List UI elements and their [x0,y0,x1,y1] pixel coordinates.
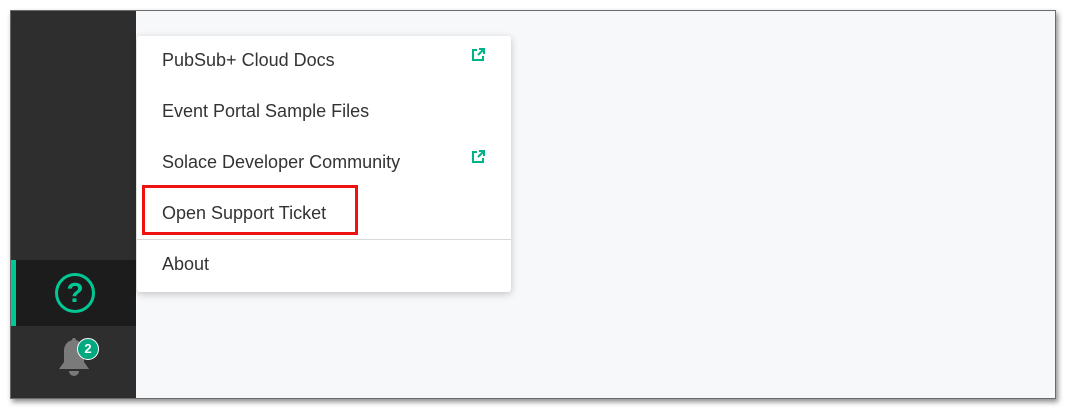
app-window: ? 2 PubSub+ Cloud Docs Event Portal Samp… [10,10,1056,399]
menu-item-open-support-ticket[interactable]: Open Support Ticket [137,189,511,239]
menu-item-label: About [162,254,210,274]
notification-badge: 2 [77,338,99,360]
sidebar: ? 2 [11,11,136,398]
external-link-icon [472,150,485,163]
help-circle-icon: ? [55,273,95,313]
active-indicator [11,260,16,326]
help-menu: PubSub+ Cloud Docs Event Portal Sample F… [137,36,511,292]
external-link-icon [472,48,485,61]
menu-item-about[interactable]: About [137,240,511,290]
menu-item-label: Event Portal Sample Files [162,101,370,121]
menu-item-label: PubSub+ Cloud Docs [162,50,335,70]
menu-item-label: Solace Developer Community [162,152,401,172]
menu-item-label: Open Support Ticket [162,203,327,223]
menu-item-sample-files[interactable]: Event Portal Sample Files [137,87,511,137]
menu-item-developer-community[interactable]: Solace Developer Community [137,138,511,188]
menu-item-cloud-docs[interactable]: PubSub+ Cloud Docs [137,36,511,86]
sidebar-item-help[interactable]: ? [11,260,136,326]
sidebar-item-notifications[interactable]: 2 [11,326,136,398]
